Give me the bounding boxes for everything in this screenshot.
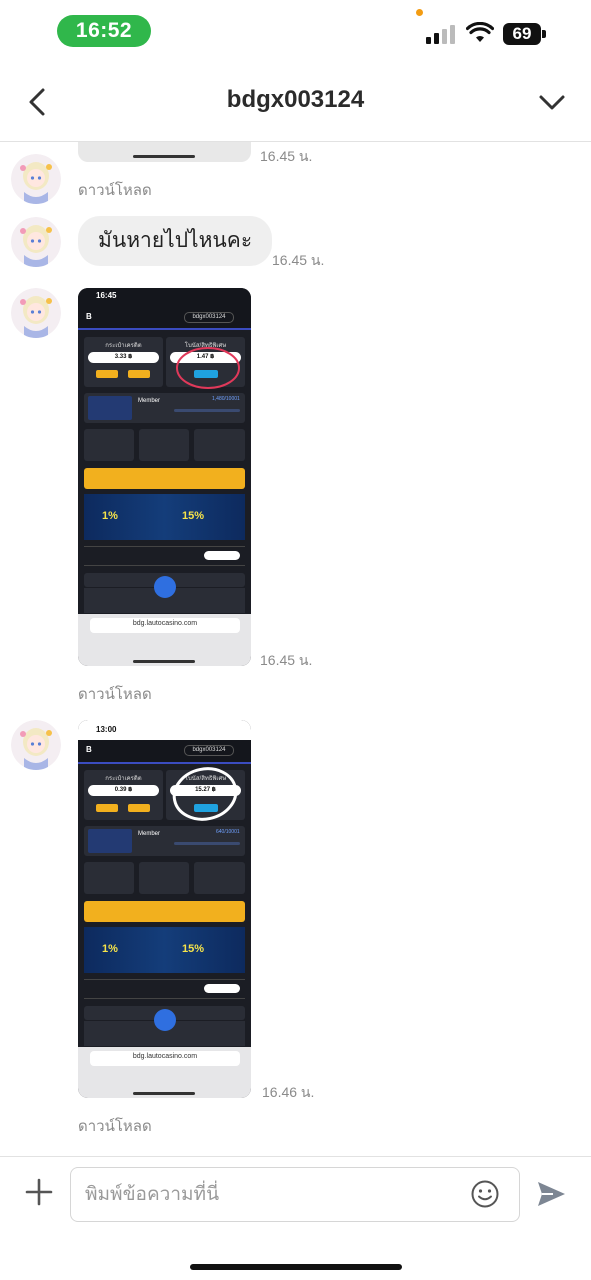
chat-title: bdgx003124: [226, 86, 365, 113]
home-indicator: [190, 1264, 402, 1270]
message-timestamp: 16.45 น.: [260, 148, 313, 164]
battery-tip: [542, 30, 546, 38]
battery-level: 69: [503, 23, 541, 45]
screenshot-wallet-label: กระเป๋าเครดิต: [105, 776, 142, 782]
screenshot-username: bdgx003124: [184, 745, 234, 756]
download-link[interactable]: ดาวน์โหลด: [78, 178, 152, 202]
message-composer: [0, 1156, 591, 1280]
chat-area[interactable]: 16.45 น. ดาวน์โหลด มันหายไปไหนคะ 16.45 น…: [0, 142, 591, 1156]
download-link[interactable]: ดาวน์โหลด: [78, 682, 152, 706]
screenshot-score: 640/10001: [216, 829, 240, 835]
screenshot-url: bdg.lautocasino.com: [132, 620, 198, 627]
screenshot-wallet-label: กระเป๋าเครดิต: [105, 343, 142, 349]
screenshot-score: 1,480/10001: [212, 396, 240, 402]
mic-indicator-dot: [416, 9, 423, 16]
message-image[interactable]: 16:45 B bdgx003124 กระเป๋าเครดิต 3.33 ฿ …: [78, 288, 251, 666]
screenshot-member: Member: [138, 831, 161, 837]
smiley-icon[interactable]: [470, 1179, 500, 1209]
screenshot-time: 13:00: [96, 725, 117, 734]
message-image-partial[interactable]: [78, 142, 251, 162]
white-circle-annotation: [172, 767, 238, 821]
message-timestamp: 16.45 น.: [272, 252, 325, 268]
status-time: 16:52: [57, 15, 151, 47]
status-bar: 16:52 69: [0, 0, 591, 62]
sender-avatar[interactable]: [11, 288, 61, 338]
red-circle-annotation: [176, 347, 240, 389]
message-image[interactable]: 13:00 B bdgx003124 กระเป๋าเครดิต 0.39 ฿ …: [78, 720, 251, 1098]
download-link[interactable]: ดาวน์โหลด: [78, 1114, 152, 1138]
message-timestamp: 16.45 น.: [260, 652, 313, 668]
screenshot-url: bdg.lautocasino.com: [132, 1053, 198, 1060]
screenshot-wallet-value: 0.39 ฿: [88, 785, 159, 796]
screenshot-wallet-value: 3.33 ฿: [88, 352, 159, 363]
sender-avatar[interactable]: [11, 720, 61, 770]
chevron-down-icon[interactable]: [536, 88, 568, 116]
screenshot-logo: B: [86, 745, 92, 754]
message-input[interactable]: [70, 1167, 520, 1222]
screenshot-member: Member: [138, 398, 161, 404]
message-timestamp: 16.46 น.: [262, 1084, 315, 1100]
chat-header: bdgx003124: [0, 62, 591, 142]
cellular-signal-icon: [426, 24, 458, 44]
send-icon[interactable]: [535, 1179, 567, 1209]
screenshot-username: bdgx003124: [184, 312, 234, 323]
sender-avatar[interactable]: [11, 154, 61, 204]
screenshot-logo: B: [86, 312, 92, 321]
message-bubble[interactable]: มันหายไปไหนคะ: [78, 216, 273, 266]
wifi-icon: [466, 22, 494, 42]
plus-icon[interactable]: [24, 1177, 54, 1207]
screenshot-time: 16:45: [96, 291, 117, 300]
sender-avatar[interactable]: [11, 217, 61, 267]
